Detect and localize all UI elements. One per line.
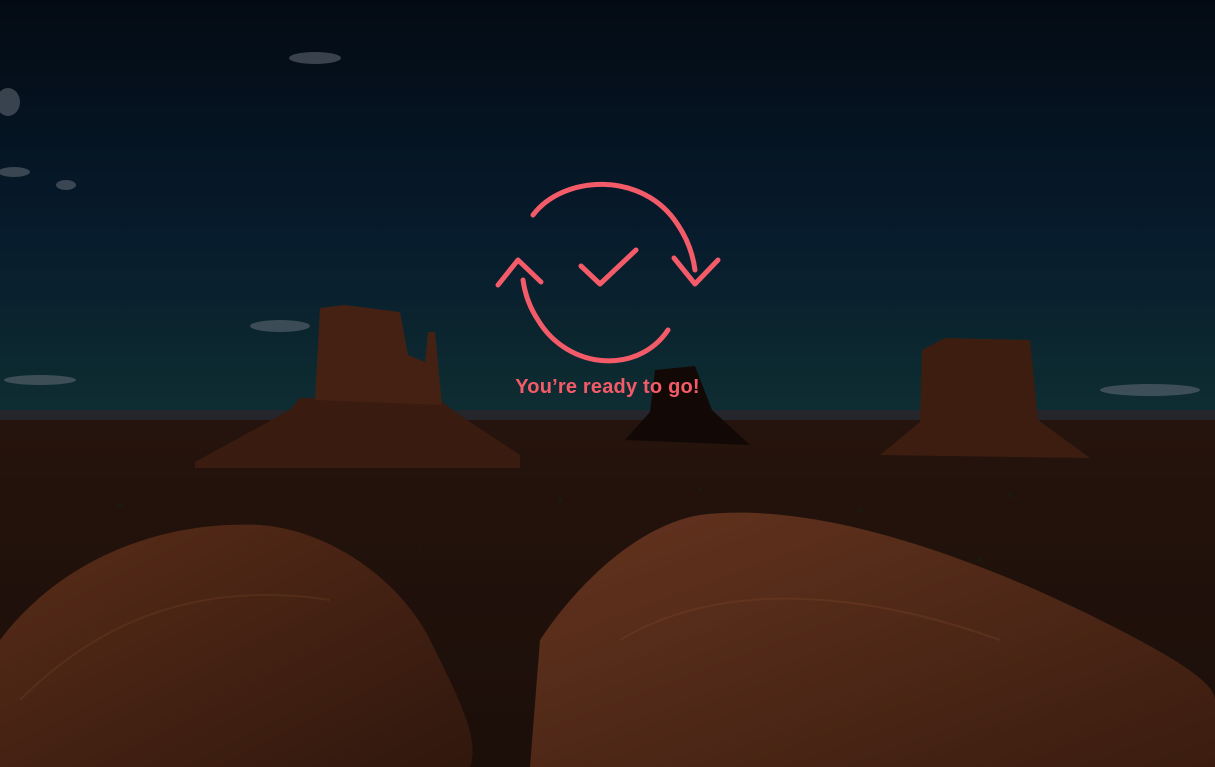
ready-panel: You’re ready to go! [0,170,1215,399]
ready-message: You’re ready to go! [515,376,700,398]
sync-check-icon [495,181,720,364]
